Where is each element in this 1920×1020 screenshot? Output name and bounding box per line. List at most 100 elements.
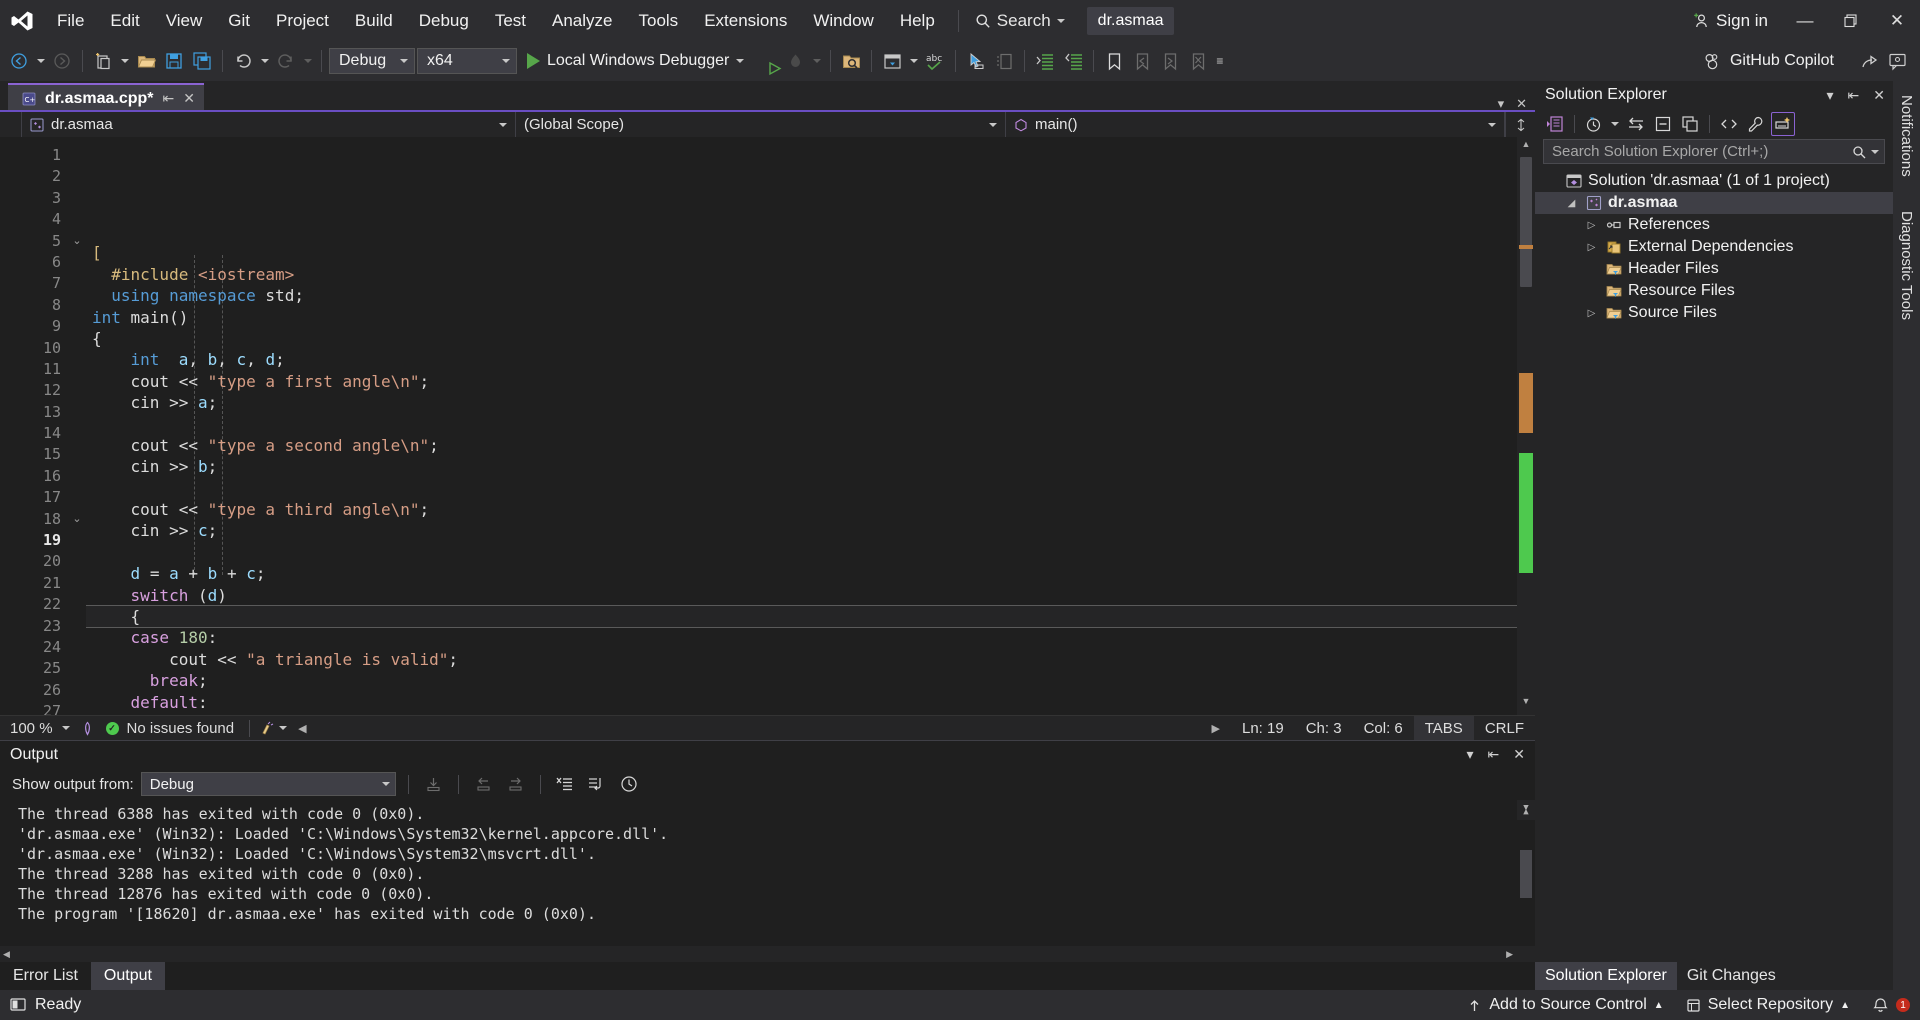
undo-icon[interactable] — [230, 47, 256, 75]
navbar-split-icon[interactable] — [1505, 112, 1535, 137]
start-debugging-button[interactable]: Local Windows Debugger — [519, 47, 752, 75]
scroll-right-icon[interactable]: ▶ — [1506, 949, 1535, 960]
editor-horizontal-scrollbar[interactable]: ◀ ▶ — [287, 722, 1231, 735]
menu-file[interactable]: File — [44, 0, 97, 41]
new-project-dropdown-icon[interactable] — [118, 47, 131, 75]
hot-reload-dropdown-icon[interactable] — [810, 47, 823, 75]
code-line[interactable] — [86, 221, 1517, 242]
intellicode-icon[interactable] — [78, 721, 97, 736]
spell-check-icon[interactable]: abc — [922, 47, 948, 75]
properties-icon[interactable] — [1744, 112, 1768, 136]
code-line[interactable] — [86, 414, 1517, 435]
code-line[interactable]: d = a + b + c; — [86, 563, 1517, 584]
line-ending-indicator[interactable]: CRLF — [1474, 720, 1535, 737]
undo-dropdown-icon[interactable] — [258, 47, 271, 75]
scroll-left-icon[interactable]: ◀ — [0, 949, 10, 960]
menu-extensions[interactable]: Extensions — [691, 0, 800, 41]
scroll-left-icon[interactable]: ◀ — [293, 722, 311, 735]
tab-output[interactable]: Output — [90, 962, 165, 990]
solution-explorer-home-icon[interactable] — [1543, 112, 1567, 136]
add-to-source-control-button[interactable]: Add to Source Control ▲ — [1467, 996, 1664, 1014]
vertical-tab-notifications[interactable]: Notifications — [1895, 89, 1918, 183]
solution-tree[interactable]: Solution 'dr.asmaa' (1 of 1 project) ◢ dr.… — [1535, 164, 1893, 962]
clear-bookmarks-icon[interactable] — [1185, 47, 1211, 75]
open-file-icon[interactable] — [133, 47, 159, 75]
code-line[interactable]: cin >> b; — [86, 456, 1517, 477]
go-to-previous-message-icon[interactable] — [471, 772, 496, 797]
view-code-icon[interactable] — [1717, 112, 1741, 136]
toolbar-overflow-icon[interactable]: ≡ — [1213, 47, 1226, 75]
build-configuration-select[interactable]: Debug — [329, 48, 415, 74]
pin-icon[interactable]: ⇤ — [1488, 746, 1500, 763]
menu-tools[interactable]: Tools — [626, 0, 692, 41]
code-line[interactable]: cout << "type a first angle\n"; — [86, 371, 1517, 392]
solution-explorer-search-input[interactable]: Search Solution Explorer (Ctrl+;) — [1543, 139, 1885, 164]
toggle-bookmark-icon[interactable] — [1101, 47, 1127, 75]
tree-expander-icon[interactable]: ▷ — [1583, 242, 1600, 253]
tree-expander-icon[interactable]: ◢ — [1563, 198, 1580, 209]
tree-item-header-files[interactable]: Header Files — [1535, 258, 1893, 280]
chevron-down-icon[interactable]: ▾ — [1827, 87, 1834, 104]
scroll-up-icon[interactable]: ▲ — [1517, 139, 1535, 156]
hot-reload-icon[interactable] — [782, 47, 808, 75]
menu-window[interactable]: Window — [800, 0, 886, 41]
chevron-down-icon[interactable] — [279, 726, 288, 730]
code-line[interactable]: default: — [86, 692, 1517, 713]
code-line[interactable]: { — [86, 605, 1517, 629]
code-line[interactable]: cout << "type a second angle\n"; — [86, 435, 1517, 456]
scrollbar-thumb[interactable] — [1520, 850, 1532, 898]
close-icon[interactable]: ✕ — [1873, 87, 1885, 104]
share-icon[interactable] — [1856, 47, 1882, 75]
navbar-member-select[interactable]: main() — [1006, 112, 1505, 137]
navigate-back-icon[interactable] — [6, 47, 32, 75]
tab-error-list[interactable]: Error List — [0, 962, 91, 990]
code-line[interactable]: case 180: — [86, 627, 1517, 648]
code-line[interactable] — [86, 542, 1517, 563]
scroll-right-icon[interactable]: ▶ — [1207, 722, 1225, 735]
select-element-icon[interactable] — [963, 47, 989, 75]
tree-item-resource-files[interactable]: Resource Files — [1535, 280, 1893, 302]
code-folding-gutter[interactable]: ⌄ ⌄ — [68, 137, 86, 715]
show-all-files-icon[interactable] — [1678, 112, 1702, 136]
solution-explorer-icon[interactable] — [879, 47, 905, 75]
close-button[interactable]: ✕ — [1874, 0, 1920, 41]
feedback-icon[interactable] — [1884, 47, 1910, 75]
navbar-project-select[interactable]: dr.asmaa — [22, 112, 516, 137]
code-line[interactable]: cin >> c; — [86, 520, 1517, 541]
collapse-all-icon[interactable] — [1651, 112, 1675, 136]
navigate-forward-icon[interactable] — [49, 47, 75, 75]
live-visual-tree-icon[interactable] — [991, 47, 1017, 75]
tree-item-source-files[interactable]: ▷ Source Files — [1535, 302, 1893, 324]
menu-debug[interactable]: Debug — [406, 0, 482, 41]
code-line[interactable]: #include <iostream> — [86, 264, 1517, 285]
pending-changes-filter-icon[interactable] — [1582, 112, 1606, 136]
sign-in-button[interactable]: Sign in — [1678, 11, 1782, 31]
code-text-area[interactable]: [ #include <iostream> using namespace st… — [86, 137, 1517, 715]
navbar-scope-select[interactable]: (Global Scope) — [516, 112, 1006, 137]
find-message-icon[interactable] — [421, 772, 446, 797]
tab-solution-explorer[interactable]: Solution Explorer — [1535, 962, 1677, 990]
pin-icon[interactable]: ⇤ — [163, 90, 175, 107]
navigate-back-dropdown-icon[interactable] — [34, 47, 47, 75]
tree-expander-icon[interactable]: ▷ — [1583, 308, 1600, 319]
code-line[interactable]: cout << "a triangle is valid"; — [86, 649, 1517, 670]
project-name-chip[interactable]: dr.asmaa — [1086, 6, 1175, 35]
chevron-down-icon[interactable] — [1609, 112, 1621, 136]
chevron-down-icon[interactable]: ▾ — [1467, 746, 1474, 763]
solution-explorer-dropdown-icon[interactable] — [907, 47, 920, 75]
code-line[interactable]: [ — [86, 242, 1517, 263]
scroll-down-icon[interactable]: ▼ — [1517, 696, 1535, 713]
code-line[interactable]: { — [86, 328, 1517, 349]
chevron-down-icon[interactable] — [1871, 149, 1879, 154]
restore-button[interactable] — [1828, 0, 1874, 41]
save-all-icon[interactable] — [189, 47, 215, 75]
output-horizontal-scrollbar[interactable]: ◀ ▶ — [0, 946, 1535, 962]
code-line[interactable]: cout << "a triangle is not valid"; — [86, 713, 1517, 715]
menu-analyze[interactable]: Analyze — [539, 0, 625, 41]
increase-indent-icon[interactable] — [1032, 47, 1058, 75]
previous-bookmark-icon[interactable] — [1129, 47, 1155, 75]
tree-item-dr-asmaa[interactable]: ◢ dr.asmaa — [1535, 192, 1893, 214]
code-line[interactable]: break; — [86, 670, 1517, 691]
pin-icon[interactable]: ⇤ — [1848, 87, 1860, 104]
menu-build[interactable]: Build — [342, 0, 406, 41]
